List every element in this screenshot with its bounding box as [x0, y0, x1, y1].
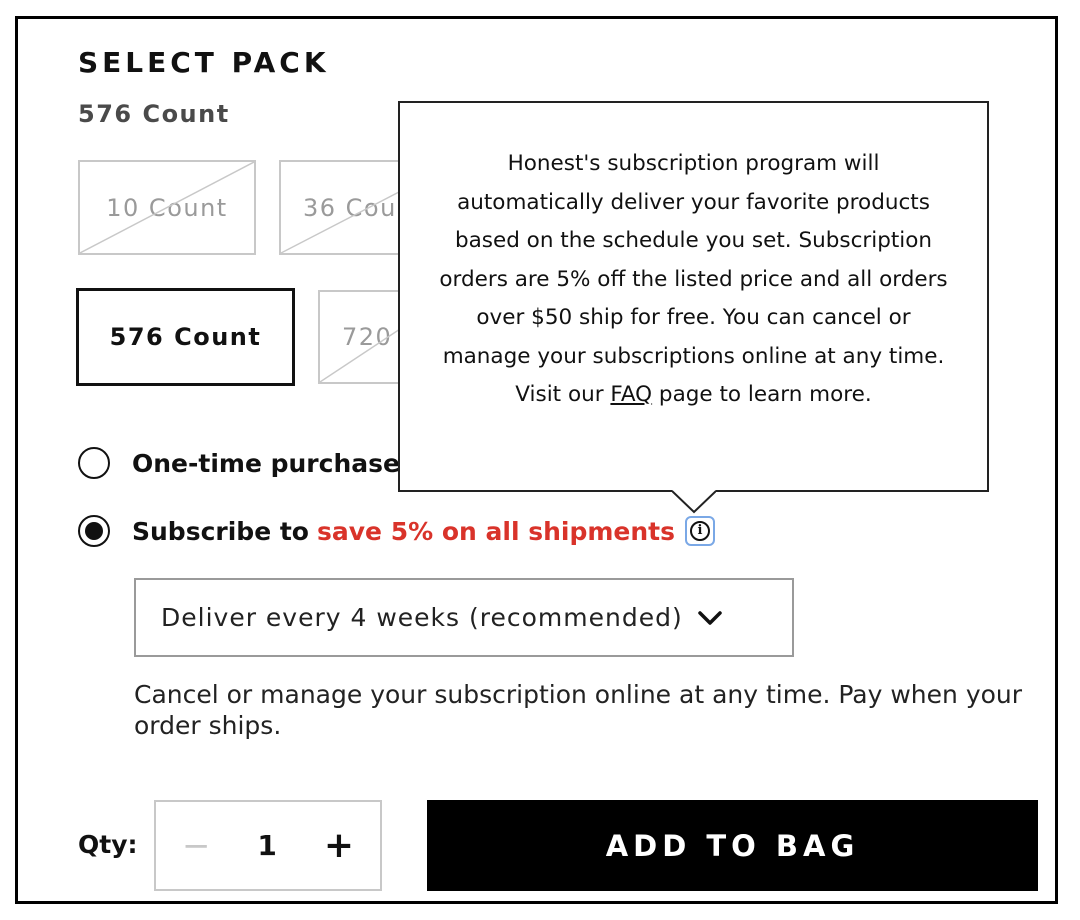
quantity-value[interactable]: 1: [257, 829, 276, 862]
tooltip-text: Honest's subscription program will autom…: [439, 151, 948, 407]
subscription-note: Cancel or manage your subscription onlin…: [134, 680, 1023, 740]
radio-selected-dot: [85, 522, 103, 540]
subscribe-radio[interactable]: [78, 515, 110, 547]
subscribe-option[interactable]: Subscribe to save 5% on all shipments i: [78, 515, 716, 547]
decrease-quantity-button[interactable]: −: [182, 829, 211, 863]
quantity-label: Qty:: [78, 830, 138, 859]
select-pack-heading: SELECT PACK: [78, 46, 330, 79]
tooltip-text-end: page to learn more.: [658, 382, 872, 407]
pack-option-label: 576 Count: [109, 323, 262, 351]
pack-option-label: 10 Count: [106, 193, 228, 222]
subscribe-savings-text: save 5% on all shipments: [316, 516, 676, 546]
chevron-down-icon: [697, 610, 722, 625]
info-icon-glyph: i: [690, 521, 711, 541]
faq-link[interactable]: FAQ: [610, 382, 652, 407]
delivery-frequency-select[interactable]: Deliver every 4 weeks (recommended): [134, 578, 794, 657]
pack-option-10-count[interactable]: 10 Count: [78, 160, 256, 255]
one-time-label: One-time purchase: [132, 448, 400, 478]
subscription-info-tooltip: Honest's subscription program will autom…: [398, 101, 989, 492]
increase-quantity-button[interactable]: +: [324, 827, 354, 864]
tooltip-arrow: [672, 490, 716, 514]
pack-option-label: 720: [342, 323, 393, 351]
add-to-bag-button[interactable]: ADD TO BAG: [427, 800, 1038, 891]
one-time-radio[interactable]: [78, 447, 110, 479]
pack-option-label: 36 Cou: [303, 193, 397, 222]
selected-pack-label: 576 Count: [78, 100, 230, 128]
info-icon[interactable]: i: [685, 516, 716, 546]
delivery-frequency-value: Deliver every 4 weeks (recommended): [161, 603, 683, 632]
pack-option-576-count[interactable]: 576 Count: [76, 288, 295, 386]
one-time-purchase-option[interactable]: One-time purchase: [78, 447, 400, 479]
subscribe-label: Subscribe to: [132, 516, 309, 546]
quantity-stepper: − 1 +: [154, 800, 382, 891]
